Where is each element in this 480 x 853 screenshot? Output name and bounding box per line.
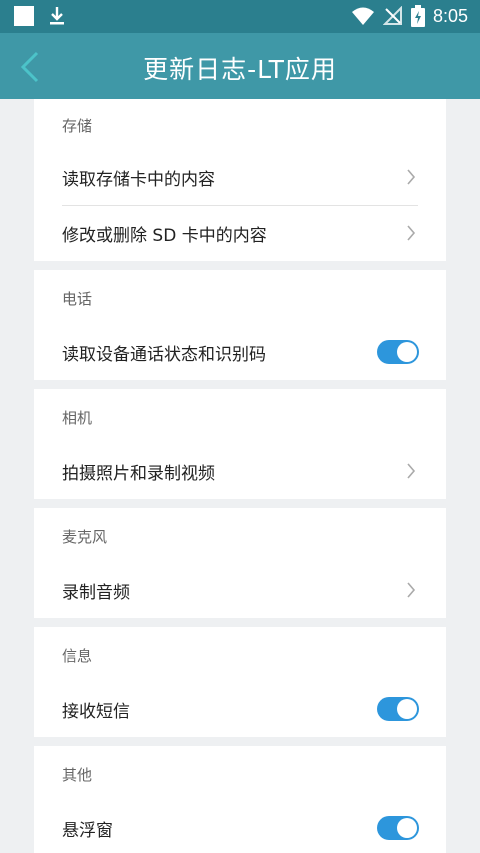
permission-row-overlay: 悬浮窗 bbox=[34, 800, 446, 853]
permission-toggle[interactable] bbox=[377, 697, 419, 721]
chevron-right-icon bbox=[407, 225, 416, 241]
section-microphone: 麦克风 录制音频 bbox=[34, 508, 446, 618]
permission-row-receive-sms: 接收短信 bbox=[34, 681, 446, 737]
toggle-knob bbox=[397, 699, 417, 719]
permission-row-read-storage[interactable]: 读取存储卡中的内容 bbox=[34, 149, 446, 205]
section-title: 信息 bbox=[62, 647, 93, 665]
toggle-knob bbox=[397, 818, 417, 838]
section-title: 麦克风 bbox=[62, 528, 108, 546]
app-bar: 更新日志-LT应用 bbox=[0, 33, 480, 99]
section-title: 电话 bbox=[62, 290, 93, 308]
section-camera: 相机 拍摄照片和录制视频 bbox=[34, 389, 446, 499]
wifi-icon bbox=[351, 7, 374, 25]
permission-label: 接收短信 bbox=[62, 702, 130, 722]
permission-label: 读取存储卡中的内容 bbox=[62, 170, 215, 190]
signal-off-icon bbox=[382, 6, 402, 25]
battery-charging-icon bbox=[410, 5, 425, 27]
download-icon bbox=[50, 7, 64, 25]
page-title: 更新日志-LT应用 bbox=[143, 55, 337, 84]
section-messages: 信息 接收短信 bbox=[34, 627, 446, 737]
chevron-right-icon bbox=[407, 169, 416, 185]
section-phone: 电话 读取设备通话状态和识别码 bbox=[34, 270, 446, 380]
notification-square-icon bbox=[14, 6, 34, 26]
section-storage: 存储 读取存储卡中的内容 修改或删除 SD 卡中的内容 bbox=[34, 99, 446, 261]
clock: 8:05 bbox=[432, 5, 468, 26]
permission-row-record-audio[interactable]: 录制音频 bbox=[34, 562, 446, 618]
permission-label: 修改或删除 SD 卡中的内容 bbox=[62, 226, 267, 246]
section-title: 相机 bbox=[62, 409, 93, 427]
chevron-right-icon bbox=[407, 463, 416, 479]
permission-toggle[interactable] bbox=[377, 340, 419, 364]
section-title: 存储 bbox=[62, 117, 93, 135]
toggle-knob bbox=[397, 342, 417, 362]
section-other: 其他 悬浮窗 bbox=[34, 746, 446, 853]
permission-label: 录制音频 bbox=[62, 583, 130, 603]
permission-row-phone-state: 读取设备通话状态和识别码 bbox=[34, 324, 446, 380]
permission-label: 悬浮窗 bbox=[62, 821, 113, 841]
permission-label: 读取设备通话状态和识别码 bbox=[62, 345, 266, 365]
section-title: 其他 bbox=[62, 766, 93, 784]
permission-row-camera[interactable]: 拍摄照片和录制视频 bbox=[34, 443, 446, 499]
permission-toggle[interactable] bbox=[377, 816, 419, 840]
permission-label: 拍摄照片和录制视频 bbox=[62, 464, 215, 484]
status-bar: 8:05 bbox=[0, 0, 480, 33]
permission-row-modify-sd[interactable]: 修改或删除 SD 卡中的内容 bbox=[34, 205, 446, 261]
chevron-right-icon bbox=[407, 582, 416, 598]
